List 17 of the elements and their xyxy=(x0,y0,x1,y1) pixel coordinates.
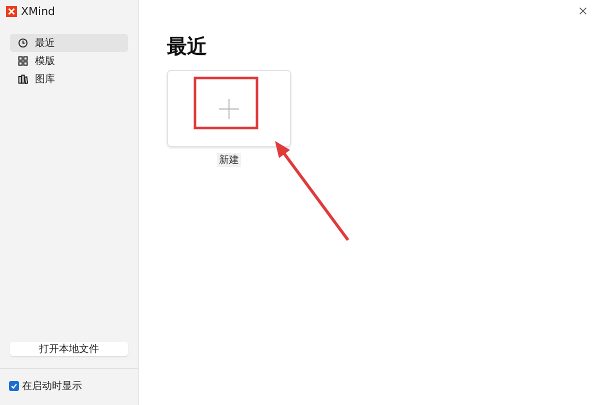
library-icon xyxy=(18,74,28,84)
card-label: 新建 xyxy=(217,153,241,167)
checkbox[interactable] xyxy=(9,381,19,391)
clock-icon xyxy=(18,38,28,48)
checkbox-label: 在启动时显示 xyxy=(22,380,82,393)
sidebar-item[interactable]: 最近 xyxy=(10,34,128,52)
sidebar-item[interactable]: 模版 xyxy=(10,52,128,70)
app-title: XMind xyxy=(21,4,56,18)
highlight-frame xyxy=(194,76,258,130)
new-file-card[interactable] xyxy=(167,70,291,147)
open-local-file-button[interactable]: 打开本地文件 xyxy=(10,342,128,356)
close-icon[interactable] xyxy=(579,7,587,15)
grid-icon xyxy=(18,56,28,66)
sidebar-item[interactable]: 图库 xyxy=(10,70,128,88)
section-heading: 最近 xyxy=(167,33,208,60)
plus-icon xyxy=(219,98,239,118)
logo-icon xyxy=(6,6,17,16)
